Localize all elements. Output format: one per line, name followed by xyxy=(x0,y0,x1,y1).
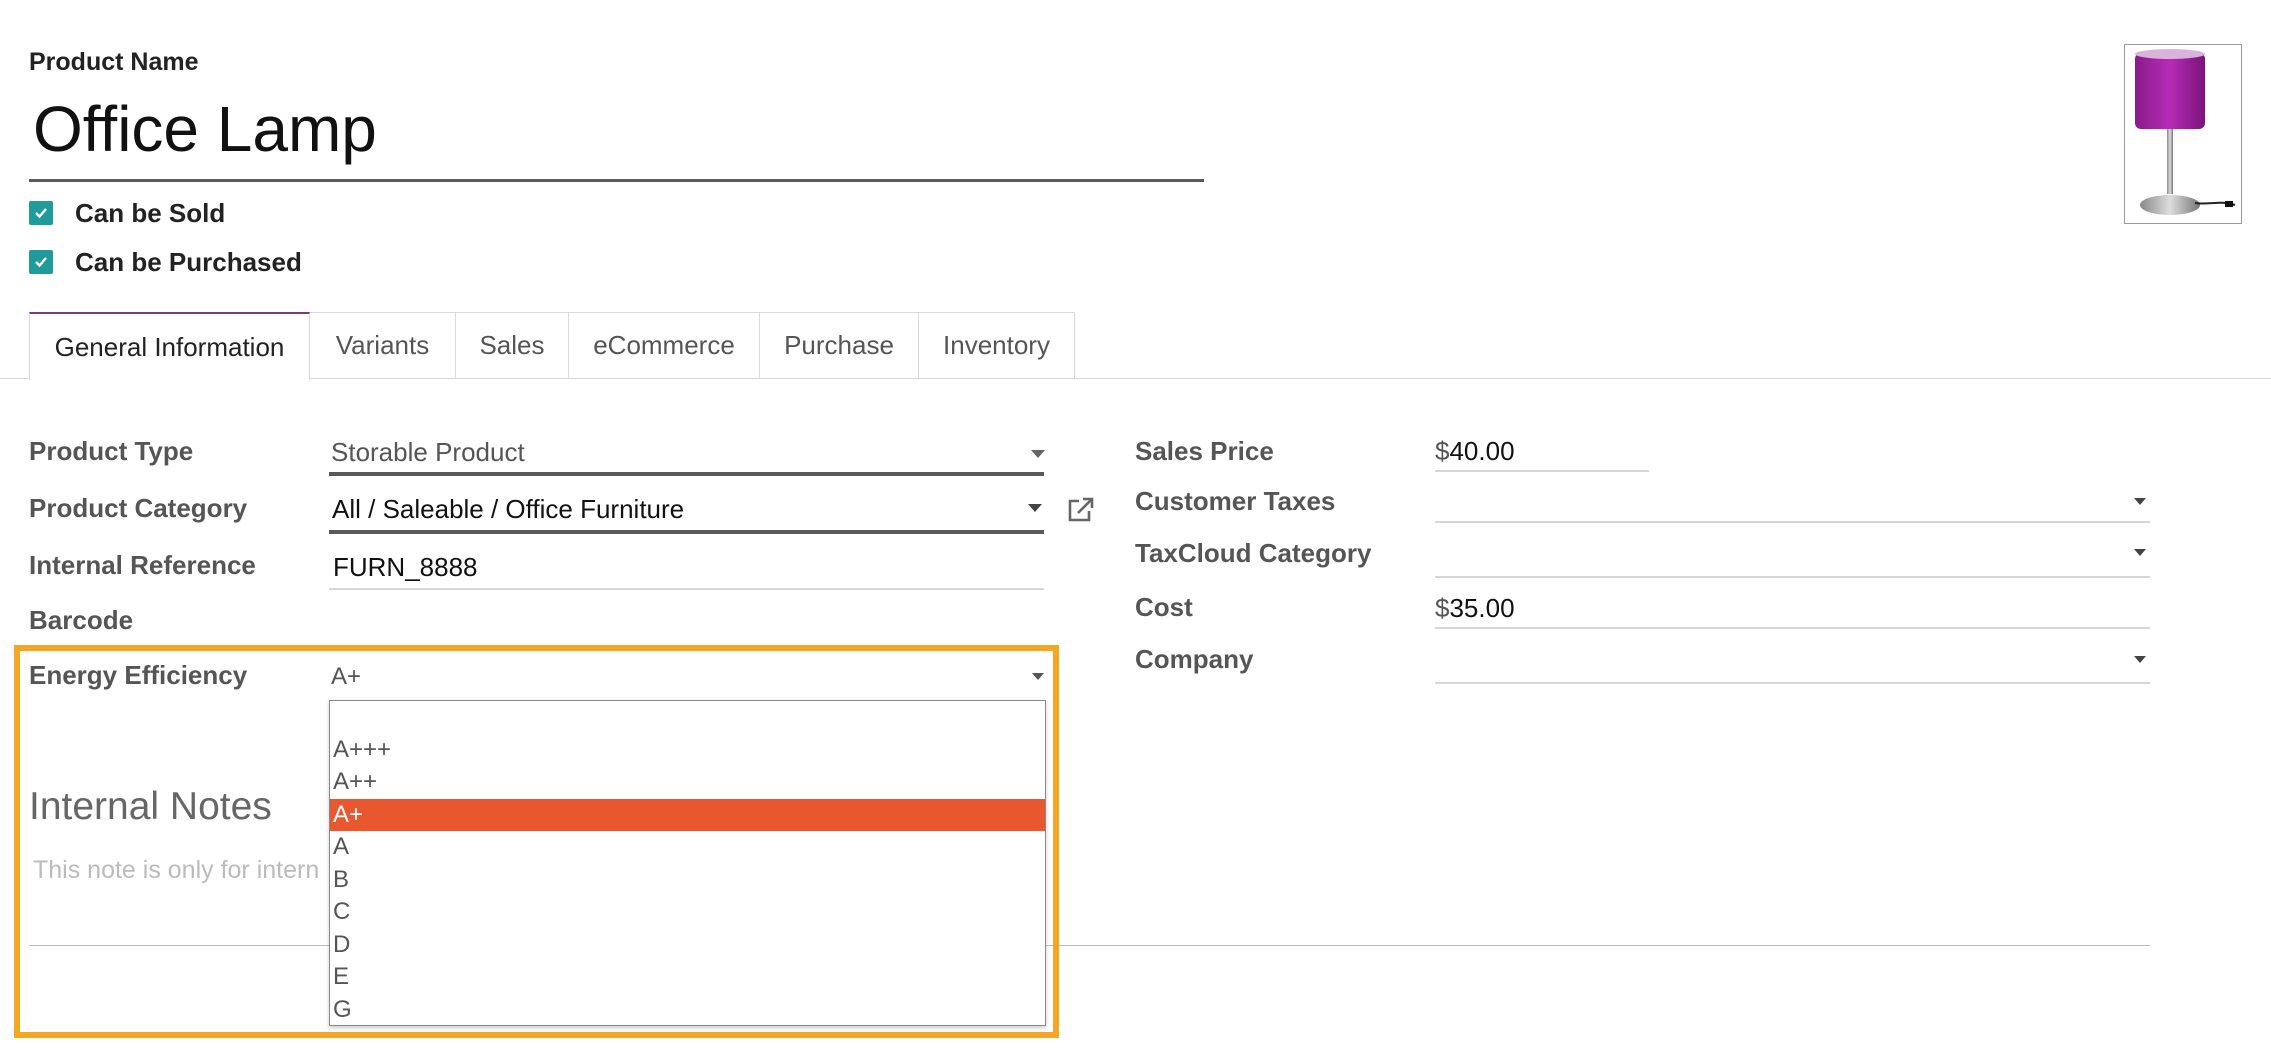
external-link-icon[interactable] xyxy=(1065,496,1095,529)
cost-underline xyxy=(1435,627,2150,629)
internal-notes-title: Internal Notes xyxy=(29,785,272,828)
barcode-label: Barcode xyxy=(29,605,134,635)
product-name-label: Product Name xyxy=(29,48,199,76)
tabs-baseline xyxy=(0,378,2271,379)
chevron-down-icon[interactable] xyxy=(1028,504,1042,512)
internal-notes-placeholder[interactable]: This note is only for intern xyxy=(33,856,319,885)
internal-reference-label: Internal Reference xyxy=(29,550,256,580)
energy-efficiency-select[interactable]: A+ xyxy=(331,663,361,691)
product-type-value[interactable]: Storable Product xyxy=(331,437,525,468)
sales-price-input[interactable]: $40.00 xyxy=(1435,436,1515,467)
taxcloud-category-field[interactable] xyxy=(1435,576,2150,578)
customer-taxes-label: Customer Taxes xyxy=(1135,486,1336,516)
tab-general-information[interactable]: General Information xyxy=(29,312,310,380)
tab-purchase[interactable]: Purchase xyxy=(759,312,919,378)
can-be-purchased-label: Can be Purchased xyxy=(75,247,302,277)
chevron-down-icon[interactable] xyxy=(2134,549,2146,556)
product-image[interactable] xyxy=(2124,44,2242,224)
dropdown-option[interactable]: B xyxy=(330,864,1045,897)
chevron-down-icon[interactable] xyxy=(1032,673,1044,680)
dropdown-option-selected[interactable]: A+ xyxy=(330,798,1045,831)
product-category-value[interactable]: All / Saleable / Office Furniture xyxy=(332,494,684,525)
dropdown-option[interactable]: E xyxy=(330,961,1045,994)
cost-label: Cost xyxy=(1135,592,1193,622)
tab-variants[interactable]: Variants xyxy=(309,312,456,378)
cost-input[interactable]: $35.00 xyxy=(1435,593,1515,624)
chevron-down-icon[interactable] xyxy=(2134,656,2146,663)
energy-efficiency-dropdown-list[interactable]: A+++ A++ A+ A B C D E G xyxy=(329,700,1046,1026)
company-field[interactable] xyxy=(1435,682,2150,684)
product-category-label: Product Category xyxy=(29,493,248,523)
sales-price-value: 40.00 xyxy=(1449,436,1515,466)
product-name-underline xyxy=(29,179,1204,182)
product-name-input[interactable]: Office Lamp xyxy=(33,92,377,166)
customer-taxes-field[interactable] xyxy=(1435,521,2150,523)
dropdown-option-empty[interactable] xyxy=(330,701,1045,734)
product-category-underline xyxy=(329,530,1044,534)
dropdown-option[interactable]: G xyxy=(330,994,1045,1027)
company-label: Company xyxy=(1135,644,1254,674)
lamp-image xyxy=(2135,49,2236,215)
sales-price-underline xyxy=(1435,470,1649,472)
can-be-purchased-checkbox[interactable] xyxy=(29,250,53,274)
product-type-label: Product Type xyxy=(29,436,194,466)
check-icon xyxy=(35,208,47,219)
energy-efficiency-label: Energy Efficiency xyxy=(29,660,248,690)
product-type-underline xyxy=(329,472,1044,476)
tab-ecommerce[interactable]: eCommerce xyxy=(568,312,760,378)
chevron-down-icon[interactable] xyxy=(1031,450,1045,458)
dropdown-option[interactable]: D xyxy=(330,929,1045,962)
tab-inventory[interactable]: Inventory xyxy=(918,312,1075,378)
dropdown-option[interactable]: A xyxy=(330,831,1045,864)
internal-reference-input[interactable]: FURN_8888 xyxy=(333,552,478,583)
chevron-down-icon[interactable] xyxy=(2134,498,2146,505)
dropdown-option[interactable]: A++ xyxy=(330,766,1045,799)
cost-value: 35.00 xyxy=(1449,593,1515,623)
dropdown-option[interactable]: A+++ xyxy=(330,734,1045,767)
tab-sales[interactable]: Sales xyxy=(455,312,569,378)
currency-symbol: $ xyxy=(1435,436,1450,466)
sales-price-label: Sales Price xyxy=(1135,436,1274,466)
check-icon xyxy=(35,257,47,268)
dropdown-option[interactable]: C xyxy=(330,896,1045,929)
taxcloud-category-label: TaxCloud Category xyxy=(1135,538,1372,568)
can-be-sold-label: Can be Sold xyxy=(75,198,226,228)
currency-symbol: $ xyxy=(1435,593,1450,623)
can-be-sold-checkbox[interactable] xyxy=(29,201,53,225)
internal-reference-underline xyxy=(329,588,1044,590)
